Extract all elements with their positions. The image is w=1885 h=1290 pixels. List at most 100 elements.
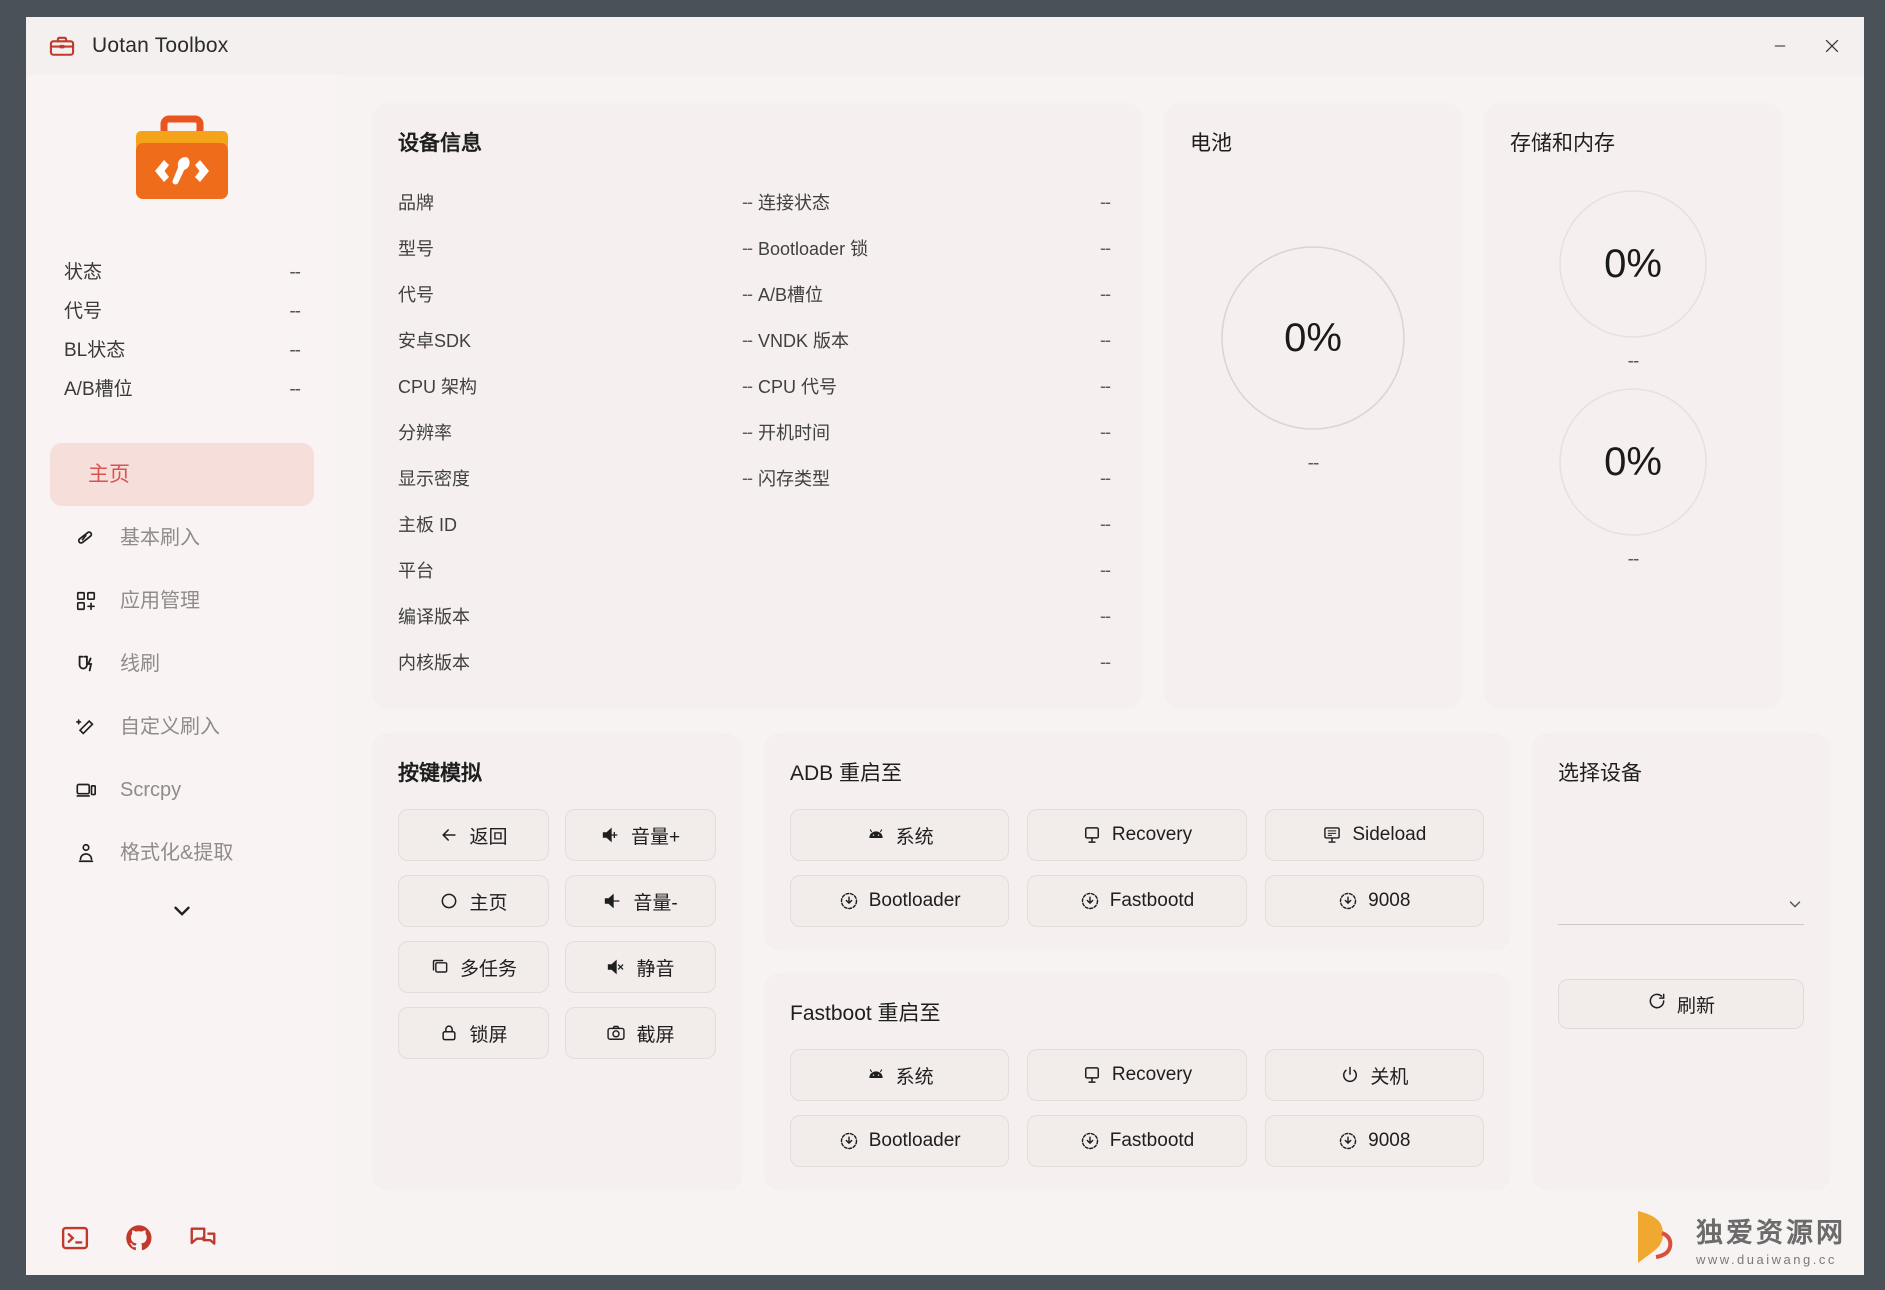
card-title: 选择设备 (1558, 762, 1642, 785)
lock-icon (439, 1023, 459, 1043)
card-title: 按键模拟 (398, 762, 482, 785)
sidebar-item-format-extract[interactable]: 格式化&提取 (50, 821, 314, 884)
key-label: 主页 (469, 892, 508, 914)
adb-reboot-recovery-button[interactable]: Recovery (1027, 809, 1247, 861)
info-value: -- (742, 329, 753, 350)
memory-percent: 0% (1604, 439, 1662, 484)
info-label: 平台 (398, 561, 434, 581)
button-label: 系统 (895, 1066, 934, 1088)
info-value: -- (1100, 421, 1111, 442)
stat-row: 状态 -- (64, 251, 301, 290)
download-circle-icon (1338, 891, 1358, 911)
download-circle-icon (1080, 1131, 1100, 1151)
key-lock-screen-button[interactable]: 锁屏 (398, 1007, 549, 1059)
extract-icon (74, 841, 98, 865)
key-volume-down-button[interactable]: 音量- (565, 875, 716, 927)
title-bar: Uotan Toolbox (26, 17, 1864, 75)
stat-label: BL状态 (64, 340, 126, 361)
info-value: -- (1100, 513, 1111, 534)
stat-value: -- (289, 262, 301, 283)
sidebar-item-app-management[interactable]: 应用管理 (50, 569, 314, 632)
storage-gauge-wrap-2: 0% -- (1510, 387, 1756, 571)
sidebar-item-home[interactable]: 主页 (50, 443, 314, 506)
button-label: Fastbootd (1109, 1130, 1195, 1151)
info-label (758, 606, 1058, 626)
android-icon (866, 825, 886, 845)
multitask-icon (430, 957, 450, 977)
key-volume-up-button[interactable]: 音量+ (565, 809, 716, 861)
download-circle-icon (1338, 1131, 1358, 1151)
key-label: 音量- (633, 892, 678, 914)
terminal-icon[interactable] (60, 1223, 90, 1253)
close-button[interactable] (1806, 24, 1858, 68)
adb-reboot-9008-button[interactable]: 9008 (1264, 875, 1484, 927)
device-info-grid: 品牌 -- 连接状态 -- 型号 -- Bootloader 锁 -- 代号 -… (398, 179, 1116, 685)
github-icon[interactable] (124, 1223, 154, 1253)
sidebar: 状态 -- 代号 -- BL状态 -- A/B槽位 -- 主页 基本刷入 应用管… (26, 75, 338, 1275)
sidebar-item-cable-flash[interactable]: 线刷 (50, 632, 314, 695)
button-label: Recovery (1111, 1064, 1193, 1085)
refresh-icon (1647, 991, 1667, 1017)
button-label: Bootloader (868, 1130, 961, 1151)
storage-percent: 0% (1604, 241, 1662, 286)
storage-card: 存储和内存 0% -- 0% -- (1484, 103, 1782, 709)
volume-up-icon (601, 825, 621, 845)
card-title: 设备信息 (398, 132, 482, 155)
info-value: -- (1100, 467, 1111, 488)
info-value: -- (1100, 283, 1111, 304)
key-multitask-button[interactable]: 多任务 (398, 941, 549, 993)
power-icon (1340, 1065, 1360, 1085)
fastboot-reboot-fastbootd-button[interactable]: Fastbootd (1027, 1115, 1247, 1167)
forum-icon[interactable] (188, 1223, 218, 1253)
refresh-label: 刷新 (1676, 995, 1715, 1017)
sidebar-item-label: 格式化&提取 (120, 841, 234, 864)
sidebar-item-label: 应用管理 (120, 589, 200, 612)
sidebar-nav: 主页 基本刷入 应用管理 线刷 自定义刷入 Scrcpy 格式化&提取 (50, 443, 314, 929)
fastboot-reboot-system-button[interactable]: 系统 (790, 1049, 1010, 1101)
card-title: 电池 (1190, 132, 1232, 155)
info-label: 内核版本 (398, 653, 470, 673)
storage-sub-label: -- (1627, 351, 1640, 372)
fastboot-reboot-recovery-button[interactable]: Recovery (1027, 1049, 1247, 1101)
android-icon (866, 1065, 886, 1085)
sidebar-item-custom-flash[interactable]: 自定义刷入 (50, 695, 314, 758)
info-value: -- (742, 191, 753, 212)
download-circle-icon (839, 891, 859, 911)
sidebar-item-label: Scrcpy (120, 778, 182, 801)
adb-reboot-bootloader-button[interactable]: Bootloader (790, 875, 1010, 927)
sidebar-item-scrcpy[interactable]: Scrcpy (50, 758, 314, 821)
info-label: 品牌 (398, 193, 434, 213)
main-content: 设备信息 品牌 -- 连接状态 -- 型号 -- Bootloader 锁 --… (338, 75, 1864, 1275)
sidebar-item-label: 主页 (88, 463, 130, 486)
sidebar-item-basic-flash[interactable]: 基本刷入 (50, 506, 314, 569)
key-home-button[interactable]: 主页 (398, 875, 549, 927)
device-select-dropdown[interactable] (1558, 885, 1804, 925)
sidebar-item-label: 基本刷入 (120, 526, 200, 549)
key-back-button[interactable]: 返回 (398, 809, 549, 861)
key-mute-button[interactable]: 静音 (565, 941, 716, 993)
arrow-left-icon (439, 825, 459, 845)
flash-icon (74, 526, 98, 550)
adb-reboot-fastbootd-button[interactable]: Fastbootd (1027, 875, 1247, 927)
info-value: -- (1100, 329, 1111, 350)
battery-gauge-wrap: 0% -- (1190, 245, 1436, 475)
info-value: -- (742, 237, 753, 258)
key-screenshot-button[interactable]: 截屏 (565, 1007, 716, 1059)
key-label: 静音 (636, 958, 675, 980)
camera-icon (606, 1023, 626, 1043)
fastboot-reboot-card: Fastboot 重启至 系统 Recovery 关机 Bootloader F… (764, 973, 1510, 1191)
stat-label: 代号 (64, 301, 103, 322)
adb-reboot-sideload-button[interactable]: Sideload (1264, 809, 1484, 861)
download-circle-icon (1080, 891, 1100, 911)
refresh-devices-button[interactable]: 刷新 (1558, 979, 1804, 1029)
info-value: -- (1100, 191, 1111, 212)
expand-nav-button[interactable] (50, 884, 314, 929)
fastboot-reboot-9008-button[interactable]: 9008 (1264, 1115, 1484, 1167)
fastboot-reboot-bootloader-button[interactable]: Bootloader (790, 1115, 1010, 1167)
minimize-button[interactable] (1754, 24, 1806, 68)
adb-reboot-system-button[interactable]: 系统 (790, 809, 1010, 861)
sidebar-item-label: 线刷 (120, 652, 160, 675)
fastboot-poweroff-button[interactable]: 关机 (1264, 1049, 1484, 1101)
device-select-card: 选择设备 刷新 (1532, 733, 1830, 1191)
key-label: 截屏 (636, 1024, 675, 1046)
